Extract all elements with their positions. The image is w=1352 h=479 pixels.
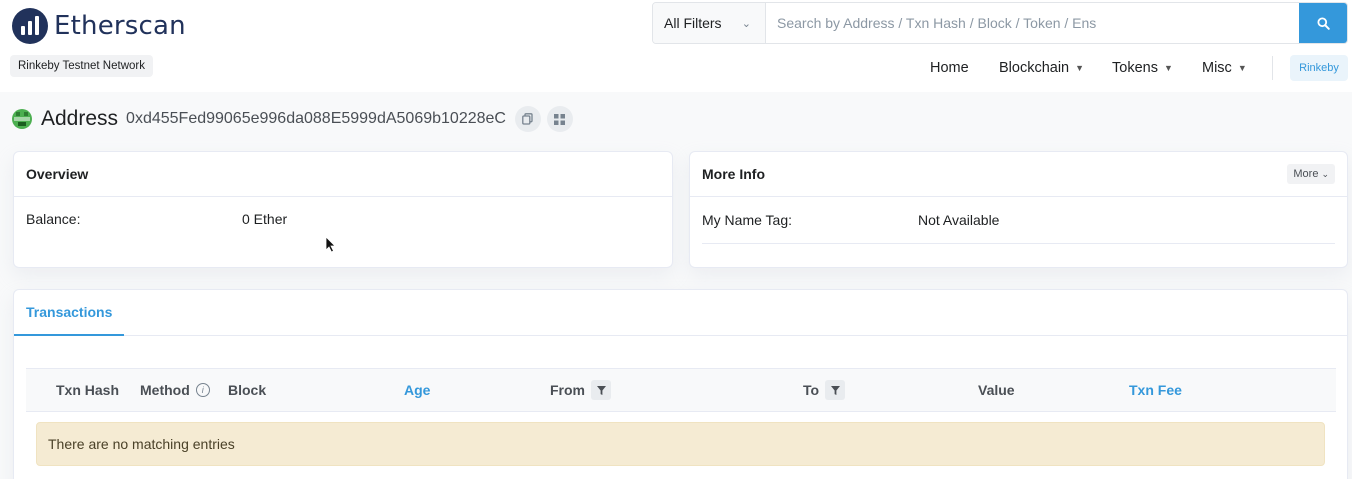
col-to: To xyxy=(803,369,846,411)
chevron-down-icon: ⌄ xyxy=(1321,169,1329,179)
nav-home[interactable]: Home xyxy=(930,60,969,76)
info-icon[interactable]: i xyxy=(195,383,210,397)
col-from: From xyxy=(550,369,611,411)
filter-icon[interactable] xyxy=(591,380,611,400)
col-from-label: From xyxy=(550,382,585,398)
qr-code-button[interactable] xyxy=(546,106,573,132)
brand-name: Etherscan xyxy=(54,11,186,41)
nav-blockchain-label: Blockchain xyxy=(999,60,1070,76)
network-badge: Rinkeby Testnet Network xyxy=(10,55,153,77)
etherscan-logo-icon xyxy=(12,8,48,44)
address-label: Address xyxy=(41,107,119,130)
nav-tokens-label: Tokens xyxy=(1112,60,1158,76)
transactions-table-header: Txn Hash Method i Block Age From To Valu… xyxy=(26,368,1336,412)
chevron-down-icon: ⌄ xyxy=(741,17,751,30)
nav-divider xyxy=(1272,56,1273,80)
address-identicon-icon xyxy=(12,109,32,129)
col-to-label: To xyxy=(803,382,820,398)
more-button-label: More xyxy=(1293,168,1319,180)
nav-misc-label: Misc xyxy=(1202,60,1232,76)
search-filter-label: All Filters xyxy=(664,15,722,31)
nav-blockchain[interactable]: Blockchain ▼ xyxy=(999,60,1084,76)
network-switch-button[interactable]: Rinkeby xyxy=(1290,55,1348,81)
col-method-label: Method xyxy=(140,382,190,398)
balance-value: 0 Ether xyxy=(242,211,288,227)
more-info-card: More Info More ⌄ My Name Tag: Not Availa… xyxy=(689,151,1348,268)
more-button[interactable]: More ⌄ xyxy=(1287,164,1335,184)
search-input[interactable] xyxy=(766,3,1299,43)
search-icon xyxy=(1316,16,1330,30)
more-info-card-header: More Info More ⌄ xyxy=(690,152,1347,197)
copy-icon xyxy=(522,113,534,125)
search-bar: All Filters ⌄ xyxy=(652,2,1348,44)
transactions-card: Transactions Txn Hash Method i Block Age… xyxy=(13,289,1348,479)
chevron-down-icon: ▼ xyxy=(1163,63,1173,73)
nav-tokens[interactable]: Tokens ▼ xyxy=(1112,60,1173,76)
balance-label: Balance: xyxy=(26,211,81,227)
transactions-tabs: Transactions xyxy=(14,290,1347,336)
col-block: Block xyxy=(228,382,267,398)
balance-row: Balance: 0 Ether xyxy=(14,197,672,227)
col-method: Method i xyxy=(140,369,210,411)
chevron-down-icon: ▼ xyxy=(1075,63,1085,73)
col-age[interactable]: Age xyxy=(404,369,430,411)
etherscan-logo[interactable]: Etherscan xyxy=(12,8,186,44)
name-tag-row: My Name Tag: Not Available xyxy=(702,197,1335,244)
site-header: Etherscan Rinkeby Testnet Network All Fi… xyxy=(0,0,1352,92)
name-tag-label: My Name Tag: xyxy=(702,212,792,228)
overview-card: Overview Balance: 0 Ether xyxy=(13,151,673,268)
address-hash: 0xd455Fed99065e996da088E5999dA5069b10228… xyxy=(126,110,506,127)
chevron-down-icon: ▼ xyxy=(1237,63,1247,73)
more-info-title: More Info xyxy=(702,166,765,182)
address-heading: Address 0xd455Fed99065e996da088E5999dA50… xyxy=(12,104,573,134)
col-txn-fee[interactable]: Txn Fee xyxy=(1129,369,1182,411)
copy-address-button[interactable] xyxy=(514,106,541,132)
filter-icon[interactable] xyxy=(825,380,846,400)
col-txn-hash: Txn Hash xyxy=(56,382,120,398)
search-filter-select[interactable]: All Filters ⌄ xyxy=(653,3,766,43)
overview-title: Overview xyxy=(26,166,89,182)
nav-home-label: Home xyxy=(930,60,969,76)
empty-state-message: There are no matching entries xyxy=(36,422,1325,466)
search-button[interactable] xyxy=(1299,3,1347,43)
name-tag-value: Not Available xyxy=(918,212,1000,228)
mouse-cursor-icon xyxy=(325,236,336,253)
nav-misc[interactable]: Misc ▼ xyxy=(1202,60,1247,76)
overview-card-header: Overview xyxy=(14,152,672,197)
col-value: Value xyxy=(978,382,1015,398)
qr-code-icon xyxy=(554,113,566,125)
tab-transactions[interactable]: Transactions xyxy=(14,290,124,336)
